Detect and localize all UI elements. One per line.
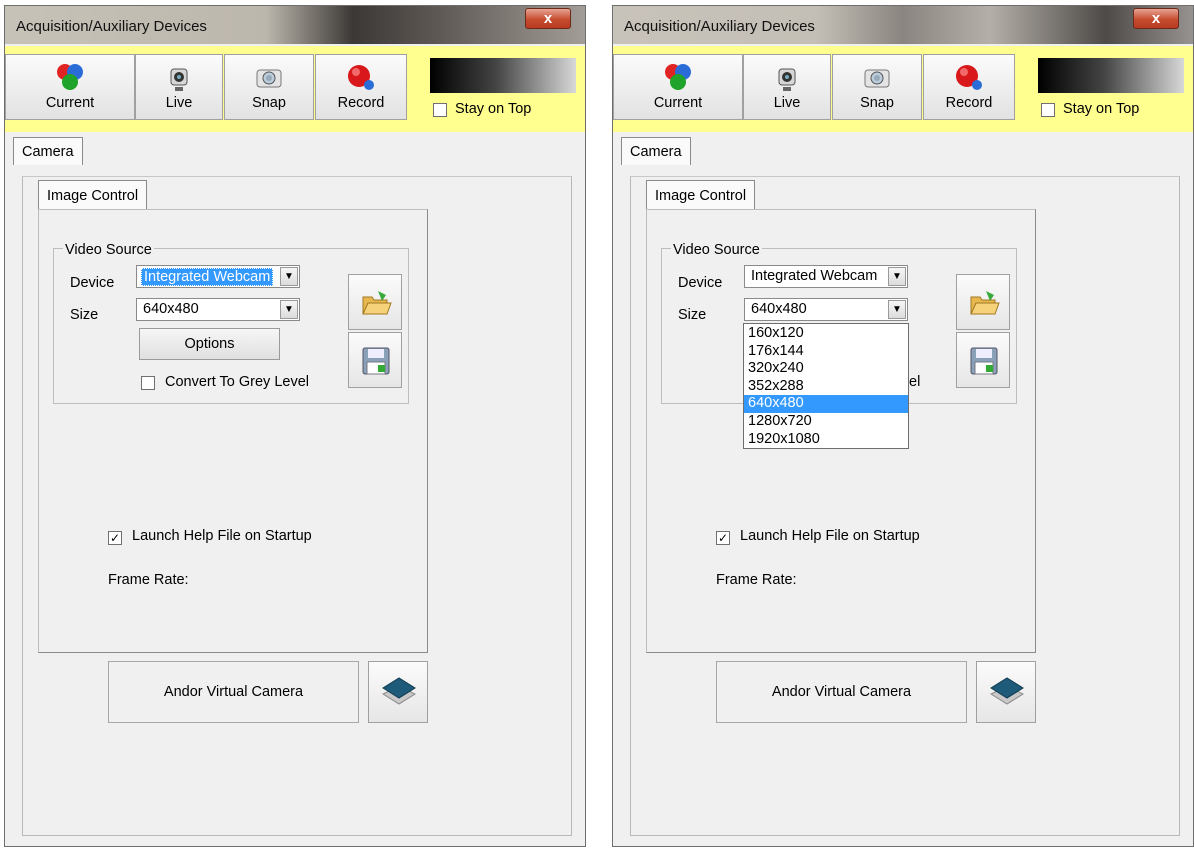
webcam-icon xyxy=(778,68,796,91)
layers-icon xyxy=(989,677,1025,705)
save-icon xyxy=(970,347,998,375)
size-value: 640x480 xyxy=(143,301,199,317)
device-value: Integrated Webcam xyxy=(141,268,274,286)
live-button[interactable]: Live xyxy=(135,54,223,120)
live-label: Live xyxy=(165,95,193,111)
chevron-down-icon[interactable]: ▼ xyxy=(888,267,906,286)
size-option[interactable]: 176x144 xyxy=(744,343,908,361)
gradient-bar xyxy=(1038,58,1184,93)
layers-button[interactable] xyxy=(976,661,1036,723)
frame-rate-label: Frame Rate: xyxy=(716,572,797,588)
chevron-down-icon[interactable]: ▼ xyxy=(280,267,298,286)
current-label: Current xyxy=(45,95,95,111)
grey-label-partial: el xyxy=(909,374,921,390)
save-icon xyxy=(362,347,390,375)
layers-button[interactable] xyxy=(368,661,428,723)
record-icon xyxy=(956,65,982,90)
tab-camera[interactable]: Camera xyxy=(13,137,83,165)
current-button[interactable]: Current xyxy=(5,54,135,120)
live-button[interactable]: Live xyxy=(743,54,831,120)
convert-grey-label: Convert To Grey Level xyxy=(165,374,309,390)
layers-icon xyxy=(381,677,417,705)
save-button[interactable] xyxy=(348,332,402,388)
device-select[interactable]: Integrated Webcam ▼ xyxy=(744,265,908,288)
size-option-selected[interactable]: 640x480 xyxy=(744,395,908,413)
window-title: Acquisition/Auxiliary Devices xyxy=(16,18,207,35)
window-title: Acquisition/Auxiliary Devices xyxy=(624,18,815,35)
video-source-legend: Video Source xyxy=(63,242,154,258)
toolbar: Current Live Snap Record Stay on Top xyxy=(5,46,585,132)
rgb-circles-icon xyxy=(665,64,691,90)
device-value: Integrated Webcam xyxy=(751,268,878,284)
gradient-bar xyxy=(430,58,576,93)
record-button[interactable]: Record xyxy=(315,54,407,120)
open-button[interactable] xyxy=(956,274,1010,330)
options-button[interactable]: Options xyxy=(139,328,280,360)
record-label: Record xyxy=(945,95,993,111)
launch-help-label: Launch Help File on Startup xyxy=(132,528,312,544)
size-select[interactable]: 640x480 ▼ xyxy=(744,298,908,321)
snap-label: Snap xyxy=(252,95,286,111)
acquisition-window: Acquisition/Auxiliary Devices x Current … xyxy=(612,5,1194,847)
record-icon xyxy=(348,65,374,90)
toolbar: Current Live Snap Record Stay on Top xyxy=(613,46,1193,132)
chevron-down-icon[interactable]: ▼ xyxy=(888,300,906,319)
folder-open-icon xyxy=(970,291,1000,315)
size-option[interactable]: 1280x720 xyxy=(744,413,908,431)
tab-image-control[interactable]: Image Control xyxy=(38,180,148,210)
launch-help-checkbox[interactable]: ✓ xyxy=(716,531,730,545)
size-option[interactable]: 160x120 xyxy=(744,325,908,343)
size-option[interactable]: 1920x1080 xyxy=(744,431,908,449)
current-label: Current xyxy=(653,95,703,111)
webcam-icon xyxy=(170,68,188,91)
close-button[interactable]: x xyxy=(1133,8,1179,29)
andor-virtual-camera-button[interactable]: Andor Virtual Camera xyxy=(716,661,967,723)
size-label: Size xyxy=(70,307,99,323)
current-button[interactable]: Current xyxy=(613,54,743,120)
size-value: 640x480 xyxy=(751,301,807,317)
video-source-legend: Video Source xyxy=(671,242,762,258)
record-button[interactable]: Record xyxy=(923,54,1015,120)
size-select[interactable]: 640x480 ▼ xyxy=(136,298,300,321)
device-label: Device xyxy=(70,275,115,291)
size-option[interactable]: 352x288 xyxy=(744,378,908,396)
stay-on-top-checkbox[interactable] xyxy=(1041,103,1055,117)
device-select[interactable]: Integrated Webcam ▼ xyxy=(136,265,300,288)
launch-help-label: Launch Help File on Startup xyxy=(740,528,920,544)
launch-help-checkbox[interactable]: ✓ xyxy=(108,531,122,545)
live-label: Live xyxy=(773,95,801,111)
tab-camera[interactable]: Camera xyxy=(621,137,691,165)
device-label: Device xyxy=(678,275,723,291)
camera-icon xyxy=(256,69,282,88)
folder-open-icon xyxy=(362,291,392,315)
stay-on-top-label: Stay on Top xyxy=(455,101,532,117)
close-button[interactable]: x xyxy=(525,8,571,29)
save-button[interactable] xyxy=(956,332,1010,388)
stay-on-top-checkbox[interactable] xyxy=(433,103,447,117)
size-label: Size xyxy=(678,307,707,323)
acquisition-window: Acquisition/Auxiliary Devices x Current … xyxy=(4,5,586,847)
snap-button[interactable]: Snap xyxy=(224,54,314,120)
size-dropdown-list: 160x120 176x144 320x240 352x288 640x480 … xyxy=(743,323,909,449)
camera-icon xyxy=(864,69,890,88)
frame-rate-label: Frame Rate: xyxy=(108,572,189,588)
snap-button[interactable]: Snap xyxy=(832,54,922,120)
snap-label: Snap xyxy=(860,95,894,111)
title-bar[interactable]: Acquisition/Auxiliary Devices x xyxy=(5,6,585,44)
rgb-circles-icon xyxy=(57,64,83,90)
size-option[interactable]: 320x240 xyxy=(744,360,908,378)
record-label: Record xyxy=(337,95,385,111)
chevron-down-icon[interactable]: ▼ xyxy=(280,300,298,319)
title-bar[interactable]: Acquisition/Auxiliary Devices x xyxy=(613,6,1193,44)
open-button[interactable] xyxy=(348,274,402,330)
stay-on-top-label: Stay on Top xyxy=(1063,101,1140,117)
tab-image-control[interactable]: Image Control xyxy=(646,180,756,210)
convert-grey-checkbox[interactable] xyxy=(141,376,155,390)
andor-virtual-camera-button[interactable]: Andor Virtual Camera xyxy=(108,661,359,723)
